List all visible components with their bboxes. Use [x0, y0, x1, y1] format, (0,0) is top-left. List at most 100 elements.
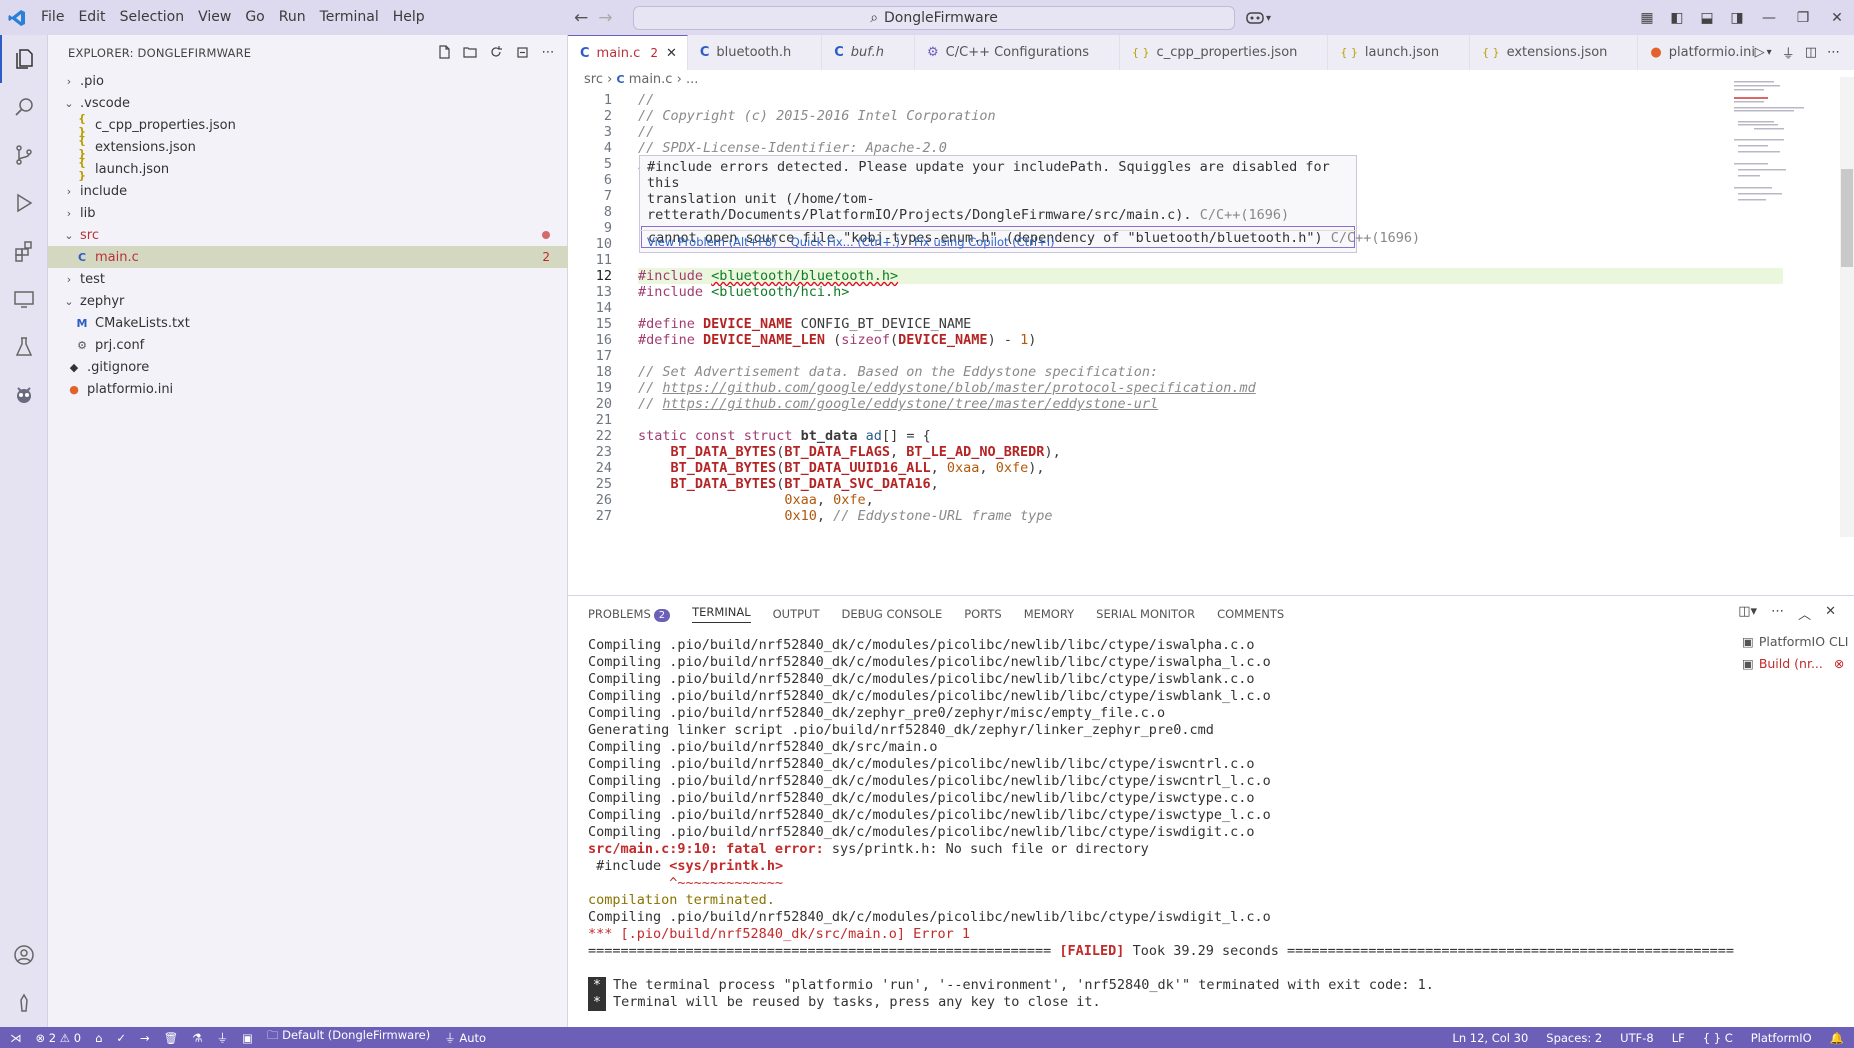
remote-icon[interactable]: ⋊ — [10, 1031, 22, 1045]
breadcrumb-file[interactable]: main.c — [629, 72, 673, 87]
cursor-position[interactable]: Ln 12, Col 30 — [1452, 1031, 1528, 1045]
toggle-sidebar-icon[interactable]: ◧ — [1662, 10, 1692, 26]
more-actions-icon[interactable]: ⋯ — [539, 43, 557, 61]
explorer-icon[interactable] — [0, 35, 48, 83]
notifications-bell-icon[interactable]: 🔔 — [1830, 1031, 1844, 1045]
panel-tab-comments[interactable]: COMMENTS — [1217, 607, 1284, 621]
restore-icon[interactable]: ❐ — [1786, 10, 1820, 26]
source-control-icon[interactable] — [0, 131, 48, 179]
tab-c-c-configurations[interactable]: ⚙ C/C++ Configurations — [915, 35, 1121, 70]
tree-item[interactable]: { } extensions.json — [48, 134, 568, 160]
tree-item[interactable]: ◆ .gitignore — [48, 356, 568, 378]
auto-selector[interactable]: ⏚ Auto — [444, 1030, 486, 1046]
tree-item[interactable]: ⚙ prj.conf — [48, 334, 568, 356]
manage-gear-icon[interactable] — [0, 979, 48, 1027]
platformio-plug-icon[interactable]: ⏚ — [1782, 43, 1795, 62]
panel-tab-terminal[interactable]: TERMINAL — [692, 605, 751, 623]
terminal-icon[interactable]: ▣ — [242, 1031, 253, 1045]
terminal-output[interactable]: Compiling .pio/build/nrf52840_dk/c/modul… — [588, 637, 1734, 1011]
breadcrumb-symbol[interactable]: ... — [686, 72, 698, 87]
tab-bluetooth-h[interactable]: Cbluetooth.h — [688, 35, 823, 70]
serial-plug-icon[interactable]: ⏚ — [217, 1030, 229, 1046]
minimap[interactable] — [1734, 77, 1814, 237]
run-debug-icon[interactable] — [0, 179, 48, 227]
run-dropdown-icon[interactable]: ▾ — [1767, 47, 1772, 58]
tree-item[interactable]: › test — [48, 268, 568, 290]
language-mode[interactable]: { } C — [1703, 1031, 1733, 1045]
menu-item-terminal[interactable]: Terminal — [313, 0, 386, 35]
run-code-icon[interactable]: ▷ — [1755, 45, 1765, 60]
fix-using-copilot-link[interactable]: Fix using Copilot (Ctrl+I) — [914, 235, 1055, 249]
test-flask-icon[interactable]: ⚗ — [192, 1031, 202, 1045]
maximize-panel-icon[interactable]: ︿ — [1798, 604, 1811, 623]
home-icon[interactable]: ⌂ — [95, 1031, 102, 1045]
copilot-icon[interactable]: ▾ — [1246, 6, 1271, 30]
view-problem-link[interactable]: View Problem (Alt+F8) — [647, 235, 777, 249]
clean-trash-icon[interactable]: 🗑 — [164, 1031, 179, 1045]
panel-tab-serial-monitor[interactable]: SERIAL MONITOR — [1096, 607, 1195, 621]
extensions-icon[interactable] — [0, 227, 48, 275]
panel-tab-ports[interactable]: PORTS — [964, 607, 1001, 621]
tree-item[interactable]: { } c_cpp_properties.json — [48, 112, 568, 138]
toggle-secondary-sidebar-icon[interactable]: ◨ — [1722, 10, 1752, 26]
tree-item[interactable]: ⌄ zephyr — [48, 290, 568, 312]
platformio-status[interactable]: PlatformIO — [1751, 1031, 1812, 1045]
new-file-icon[interactable] — [435, 43, 453, 61]
build-check-icon[interactable]: ✓ — [116, 1031, 126, 1045]
tree-item[interactable]: ⌄ src — [48, 224, 568, 246]
toggle-panel-icon[interactable]: ⬓ — [1692, 10, 1722, 26]
tree-item[interactable]: M CMakeLists.txt — [48, 312, 568, 334]
tree-item[interactable]: › include — [48, 180, 568, 202]
tab-buf-h[interactable]: Cbuf.h — [822, 35, 915, 70]
menu-item-file[interactable]: File — [34, 0, 71, 35]
scrollbar-thumb[interactable] — [1841, 169, 1853, 267]
menu-item-edit[interactable]: Edit — [71, 0, 112, 35]
search-icon[interactable] — [0, 83, 48, 131]
forward-arrow-icon[interactable]: → — [598, 8, 612, 28]
tree-item[interactable]: ● platformio.ini — [48, 378, 568, 400]
env-selector[interactable]: 🗀 Default (DongleFirmware) — [267, 1028, 430, 1047]
tree-item[interactable]: › lib — [48, 202, 568, 224]
problems-status[interactable]: ⊗ 2 ⚠ 0 — [36, 1031, 82, 1045]
minimize-icon[interactable]: — — [1752, 10, 1786, 26]
back-arrow-icon[interactable]: ← — [574, 8, 588, 28]
upload-arrow-icon[interactable]: → — [140, 1031, 150, 1045]
indentation[interactable]: Spaces: 2 — [1546, 1031, 1602, 1045]
panel-tab-debug-console[interactable]: DEBUG CONSOLE — [842, 607, 943, 621]
quick-fix-link[interactable]: Quick Fix... (Ctrl+.) — [791, 235, 900, 249]
refresh-icon[interactable] — [487, 43, 505, 61]
tree-item[interactable]: › .pio — [48, 70, 568, 92]
tab-c-cpp-properties-json[interactable]: { } c_cpp_properties.json — [1120, 35, 1329, 70]
tree-item[interactable]: { } launch.json — [48, 156, 568, 182]
tab-extensions-json[interactable]: { } extensions.json — [1470, 35, 1639, 70]
new-folder-icon[interactable] — [461, 43, 479, 61]
command-center-search[interactable]: ⌕ DongleFirmware — [633, 6, 1235, 30]
menu-item-go[interactable]: Go — [238, 0, 271, 35]
new-terminal-icon[interactable]: ◫▾ — [1738, 604, 1757, 623]
platformio-icon[interactable] — [0, 371, 48, 419]
remote-explorer-icon[interactable] — [0, 275, 48, 323]
editor-scrollbar[interactable] — [1840, 77, 1854, 537]
panel-tab-problems[interactable]: PROBLEMS 2 — [588, 607, 671, 622]
breadcrumb-folder[interactable]: src — [584, 72, 603, 87]
panel-tab-output[interactable]: OUTPUT — [773, 607, 820, 621]
encoding[interactable]: UTF-8 — [1620, 1031, 1654, 1045]
menu-item-view[interactable]: View — [191, 0, 238, 35]
close-panel-icon[interactable]: ✕ — [1825, 604, 1836, 623]
menu-item-help[interactable]: Help — [386, 0, 432, 35]
close-tab-icon[interactable]: ✕ — [666, 46, 677, 61]
panel-tab-memory[interactable]: MEMORY — [1024, 607, 1074, 621]
tree-item[interactable]: Cmain.c 2 — [48, 246, 568, 268]
menu-item-selection[interactable]: Selection — [113, 0, 192, 35]
panel-more-icon[interactable]: ⋯ — [1771, 604, 1784, 623]
testing-icon[interactable] — [0, 323, 48, 371]
tree-item[interactable]: ⌄ .vscode — [48, 92, 568, 114]
accounts-icon[interactable] — [0, 931, 48, 979]
close-icon[interactable]: ✕ — [1820, 10, 1854, 26]
collapse-all-icon[interactable] — [513, 43, 531, 61]
menu-item-run[interactable]: Run — [272, 0, 313, 35]
customize-layout-icon[interactable]: ▦ — [1632, 10, 1662, 26]
terminal-instance[interactable]: ▣ Build (nr... ⊗ — [1736, 652, 1854, 674]
tab-launch-json[interactable]: { } launch.json — [1328, 35, 1471, 70]
editor-more-icon[interactable]: ⋯ — [1827, 45, 1840, 60]
